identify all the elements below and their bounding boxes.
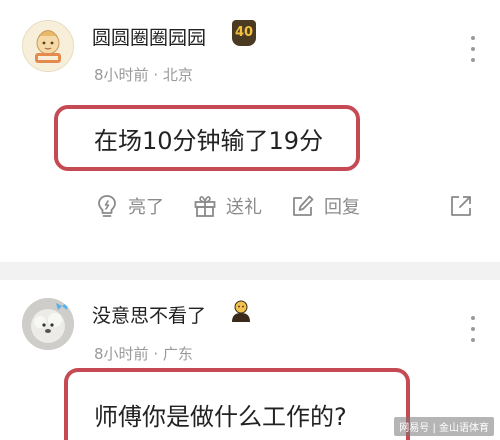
cartoon-avatar-icon — [23, 21, 73, 71]
reply-button[interactable]: 回复 — [290, 186, 360, 226]
lightbulb-icon — [98, 195, 116, 217]
level-badge: 40 — [232, 20, 256, 46]
share-button[interactable] — [448, 186, 482, 226]
reply-label: 回复 — [324, 197, 360, 218]
username[interactable]: 圆圆圈圈园园 — [92, 23, 206, 50]
avatar[interactable] — [22, 298, 74, 350]
comment-time: 8小时前 — [94, 345, 149, 363]
avatar[interactable] — [22, 20, 74, 72]
watermark: 网易号 | 金山语体育 — [394, 417, 494, 436]
highlight-annotation — [54, 105, 360, 171]
highlight-annotation — [64, 368, 410, 440]
comment-location: 北京 — [162, 66, 193, 84]
photo-avatar-icon — [22, 298, 74, 350]
comment-time: 8小时前 — [94, 66, 149, 84]
comment-meta: 8小时前 · 北京 — [94, 64, 193, 85]
meta-separator: · — [148, 345, 163, 363]
more-options-icon[interactable] — [470, 36, 476, 62]
like-label: 亮了 — [128, 197, 164, 218]
action-bar: 亮了 送礼 回复 — [0, 186, 500, 226]
share-icon — [451, 196, 471, 216]
like-button[interactable]: 亮了 — [94, 186, 164, 226]
comment-location: 广东 — [162, 345, 193, 363]
more-options-icon[interactable] — [470, 316, 476, 342]
comment-divider — [0, 262, 500, 280]
comment-meta: 8小时前 · 广东 — [94, 343, 193, 364]
gift-label: 送礼 — [226, 197, 262, 218]
gift-button[interactable]: 送礼 — [192, 186, 262, 226]
username[interactable]: 没意思不看了 — [92, 301, 206, 328]
emoji-badge-icon — [232, 300, 250, 322]
comment-item: 没意思不看了 8小时前 · 广东 师傅你是做什么工作的? — [0, 280, 500, 440]
meta-separator: · — [148, 66, 163, 84]
edit-icon — [293, 195, 314, 216]
gift-icon — [194, 196, 216, 217]
comment-item: 圆圆圈圈园园 40 8小时前 · 北京 在场10分钟输了19分 亮了 送礼 回复 — [0, 0, 500, 262]
